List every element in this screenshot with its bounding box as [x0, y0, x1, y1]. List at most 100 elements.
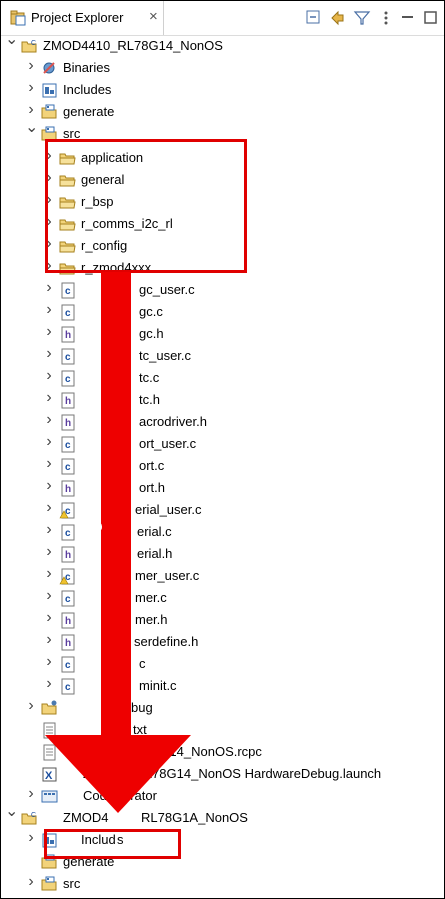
svg-text:h: h [65, 396, 71, 407]
tree-item[interactable]: › h ort.h [1, 478, 444, 500]
svg-text:h: h [65, 616, 71, 627]
chevron-right-icon[interactable]: › [25, 102, 37, 118]
tree-item-label: bug [131, 700, 153, 715]
chevron-right-icon[interactable]: › [25, 830, 37, 846]
chevron-right-icon[interactable]: › [43, 346, 55, 362]
c-source-file-icon: c [59, 304, 76, 321]
view-tab-bar: Project Explorer × [1, 1, 444, 36]
tree-item[interactable]: › h serdefine.h [1, 632, 444, 654]
maximize-icon[interactable] [422, 9, 440, 27]
tree-item[interactable]: › c ort_user.c [1, 434, 444, 456]
collapse-all-icon[interactable] [305, 9, 323, 27]
tree-item[interactable]: › generate [1, 102, 444, 124]
tree-item[interactable]: › bug [1, 698, 444, 720]
chevron-right-icon[interactable]: › [43, 478, 55, 494]
source-highlight-box [45, 139, 247, 273]
chevron-right-icon[interactable]: › [43, 632, 55, 648]
chevron-right-icon[interactable]: › [43, 280, 55, 296]
tree-item-label: ZMOD4410_RL78G14_NonOS [43, 38, 223, 53]
tree-item-label: minit.c [139, 678, 177, 693]
tree-item[interactable]: › c tc_user.c [1, 346, 444, 368]
chevron-right-icon[interactable]: › [43, 324, 55, 340]
tree-item[interactable]: › h tc.h [1, 390, 444, 412]
chevron-down-icon[interactable]: ⌄ [25, 120, 38, 136]
filter-icon[interactable] [353, 9, 371, 27]
source-folder-icon [41, 876, 58, 893]
tree-item[interactable]: › Includes [1, 80, 444, 102]
svg-text:h: h [65, 418, 71, 429]
tree-item[interactable]: › c gc_user.c [1, 280, 444, 302]
tree-item-label: erial.c [137, 524, 172, 539]
chevron-right-icon[interactable]: › [43, 368, 55, 384]
tree-item-label: erial_user.c [135, 502, 202, 517]
chevron-right-icon[interactable]: › [43, 588, 55, 604]
chevron-right-icon[interactable]: › [25, 58, 37, 74]
chevron-right-icon[interactable]: › [43, 412, 55, 428]
tree-item[interactable]: › Binaries [1, 58, 444, 80]
tree-item[interactable]: › h acrodriver.h [1, 412, 444, 434]
tree-item[interactable]: › c tc.c [1, 368, 444, 390]
svg-text:h: h [65, 484, 71, 495]
tree-item-label: gc_user.c [139, 282, 195, 297]
chevron-down-icon[interactable]: ⌄ [5, 32, 18, 48]
link-with-editor-icon[interactable] [329, 9, 347, 27]
chevron-right-icon[interactable]: › [25, 874, 37, 890]
close-icon[interactable]: × [149, 8, 158, 25]
tree-item[interactable]: › h mer.h [1, 610, 444, 632]
copy-arrow-shaft [101, 272, 131, 738]
tree-item-label: mer.c [135, 590, 167, 605]
chevron-right-icon[interactable]: › [43, 390, 55, 406]
tree-item-label: gc.h [139, 326, 164, 341]
copy-arrow-head-icon [45, 735, 191, 813]
chevron-right-icon[interactable]: › [43, 302, 55, 318]
c-project-icon: C [21, 810, 38, 827]
tree-item-label: acrodriver.h [139, 414, 207, 429]
header-file-icon: h [59, 612, 76, 629]
svg-text:c: c [65, 594, 71, 605]
chevron-down-icon[interactable]: ⌄ [5, 804, 18, 820]
c-project-icon: C [21, 38, 38, 55]
c-source-file-icon: c [59, 282, 76, 299]
destination-highlight-box [44, 829, 181, 859]
chevron-right-icon[interactable]: › [25, 698, 37, 714]
tree-item[interactable]: › src [1, 874, 444, 896]
view-menu-icon[interactable] [377, 9, 395, 27]
header-file-icon: h [59, 634, 76, 651]
includes-icon [41, 82, 58, 99]
svg-text:c: c [65, 440, 71, 451]
header-file-icon: h [59, 326, 76, 343]
tree-item-label: gc.c [139, 304, 163, 319]
source-folder-icon [41, 104, 58, 121]
header-file-icon: h [59, 480, 76, 497]
tree-item[interactable]: › c ort.c [1, 456, 444, 478]
project-explorer-panel: Project Explorer × ⌄ C ZMOD4410_RL78G14_No… [0, 0, 445, 899]
tree-item[interactable]: ⌄ C ZMOD4410_RL78G14_NonOS [1, 32, 444, 58]
chevron-right-icon[interactable]: › [25, 80, 37, 96]
c-source-file-icon: c [59, 370, 76, 387]
tree-item[interactable]: › c mer.c [1, 588, 444, 610]
tree-item[interactable]: › c erial_user.c [1, 500, 444, 522]
tree-item[interactable]: › c minit.c [1, 676, 444, 698]
chevron-right-icon[interactable]: › [43, 456, 55, 472]
svg-text:C: C [31, 812, 36, 819]
minimize-icon[interactable] [399, 9, 417, 27]
chevron-right-icon[interactable]: › [43, 434, 55, 450]
tree-item[interactable]: › h gc.h [1, 324, 444, 346]
chevron-right-icon[interactable]: › [25, 786, 37, 802]
tab-project-explorer[interactable]: Project Explorer × [1, 1, 164, 35]
chevron-right-icon[interactable]: › [43, 566, 55, 582]
tree-item-label: tc_user.c [139, 348, 192, 363]
chevron-right-icon[interactable]: › [43, 676, 55, 692]
header-file-icon: h [59, 414, 76, 431]
chevron-right-icon[interactable]: › [43, 654, 55, 670]
tree-item[interactable]: › c c [1, 654, 444, 676]
tree-item[interactable]: › c mer_user.c [1, 566, 444, 588]
svg-text:c: c [65, 352, 71, 363]
tree-item-label: c [139, 656, 146, 671]
svg-text:c: c [65, 308, 71, 319]
tree-item-label: tc.c [139, 370, 160, 385]
chevron-right-icon[interactable]: › [43, 610, 55, 626]
c-source-file-icon: c [59, 656, 76, 673]
tree-item[interactable]: › c gc.c [1, 302, 444, 324]
chevron-right-icon[interactable]: › [43, 500, 55, 516]
